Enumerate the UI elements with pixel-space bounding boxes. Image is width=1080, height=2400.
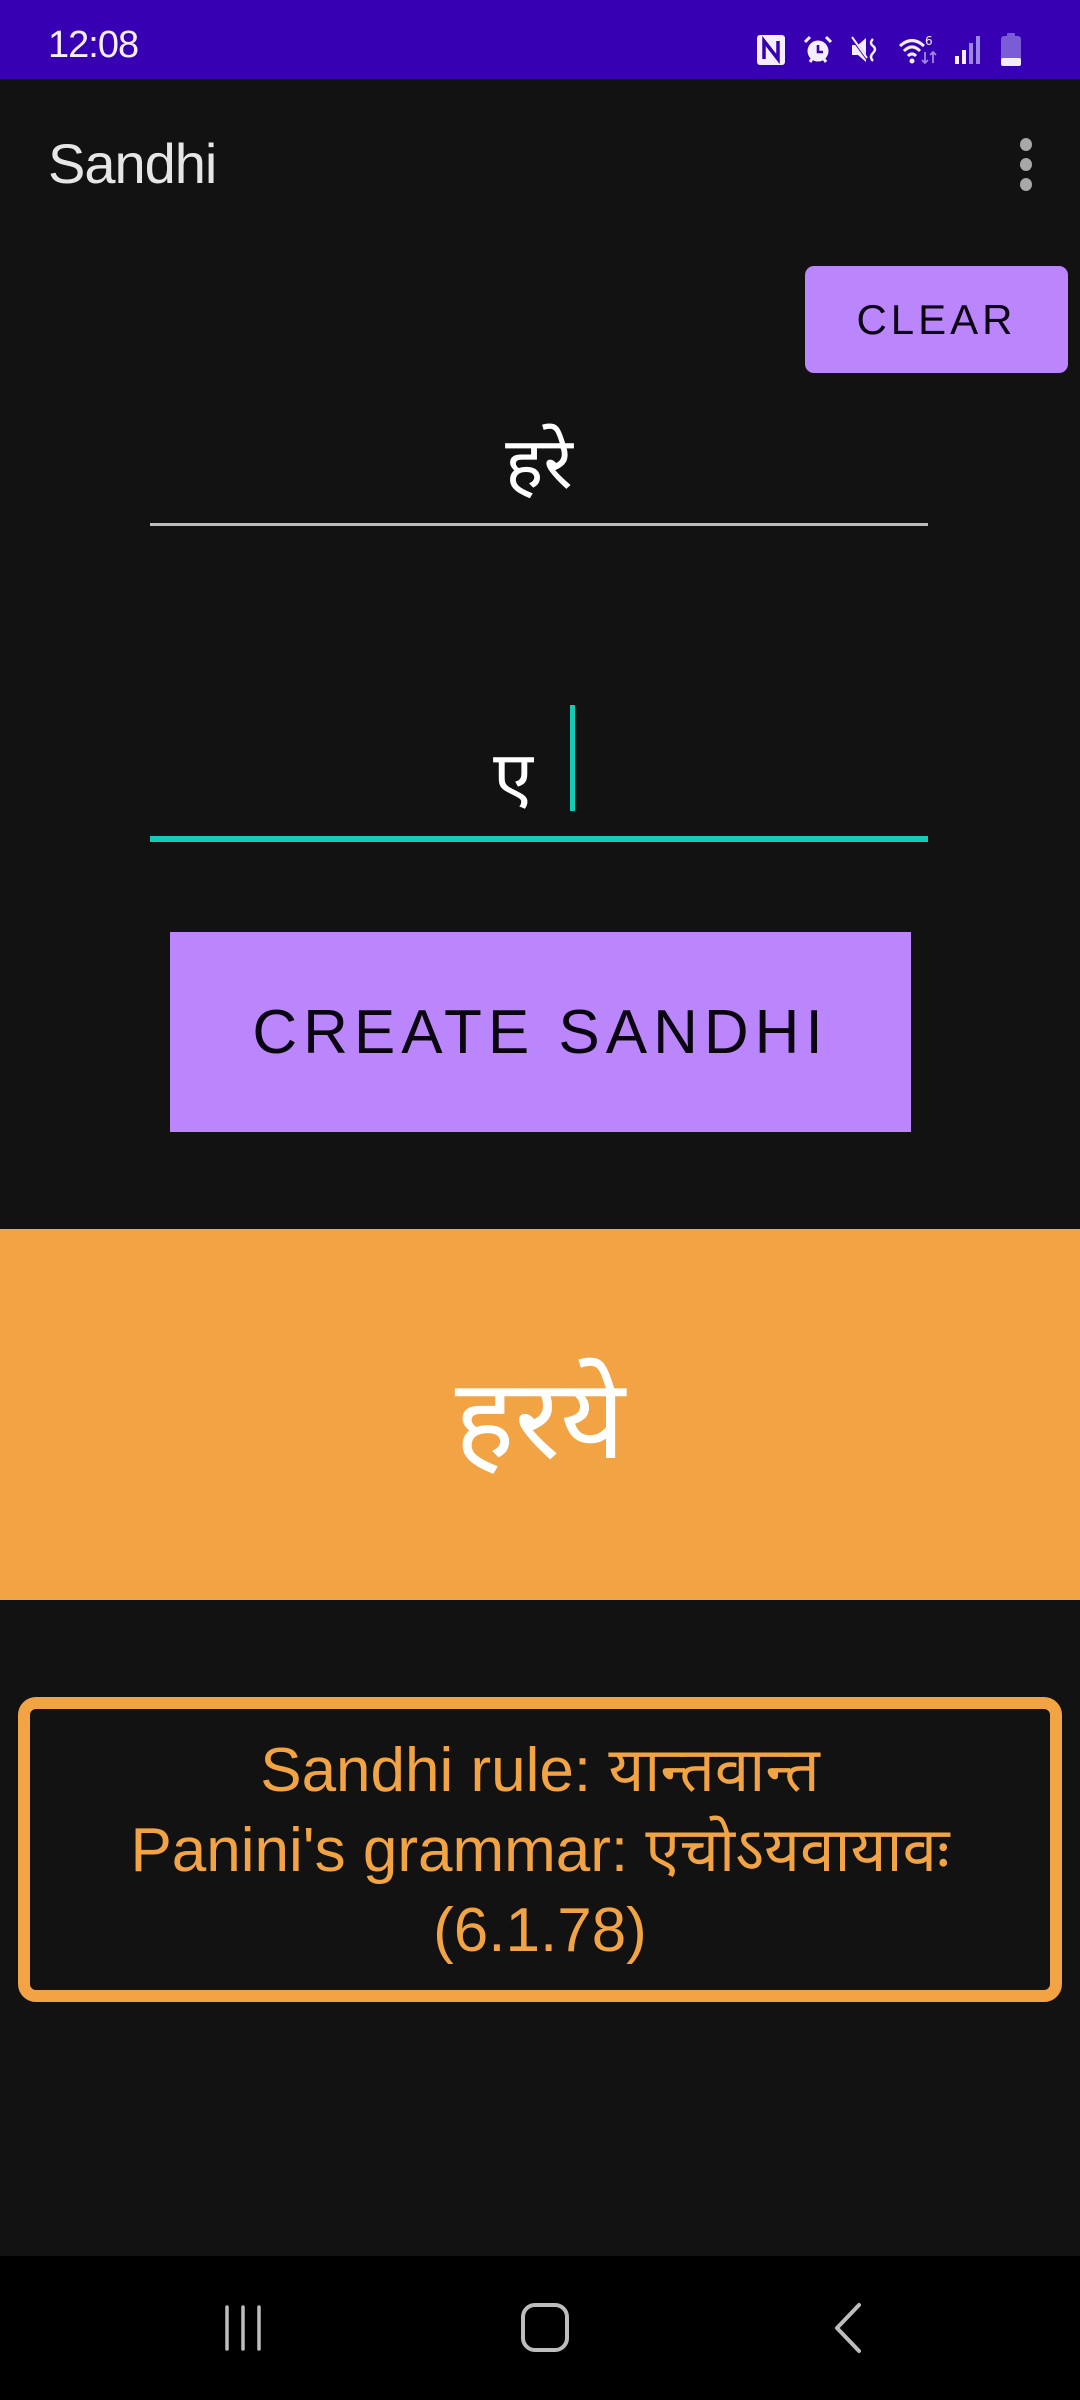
battery-icon [1000, 33, 1022, 67]
menu-dot [1020, 157, 1032, 171]
status-time: 12:08 [48, 24, 139, 66]
navigation-bar [0, 2256, 1080, 2400]
sandhi-result: हरये [454, 1355, 626, 1485]
second-word-value: ए [493, 735, 533, 819]
sutra-number: (6.1.78) [433, 1896, 647, 1965]
recents-icon[interactable] [163, 2256, 323, 2400]
sandhi-rule-text: Sandhi rule: यान्तवान्त [260, 1736, 820, 1805]
screen: 12:08 6 Sandhi CLEAR हरे ए CREATE SANDHI… [0, 0, 1080, 2400]
more-vert-icon[interactable] [996, 129, 1056, 199]
second-word-input[interactable]: ए [150, 700, 928, 842]
nfc-icon [756, 34, 786, 66]
first-word-input[interactable]: हरे [150, 390, 928, 526]
wifi-icon: 6 [898, 34, 938, 66]
status-bar: 12:08 6 [0, 0, 1080, 79]
menu-dot [1020, 137, 1032, 151]
home-icon[interactable] [465, 2256, 625, 2400]
menu-dot [1020, 177, 1032, 191]
back-icon[interactable] [768, 2256, 928, 2400]
first-word-value: हरे [505, 421, 573, 505]
alarm-icon [802, 34, 834, 66]
panini-rule-text: Panini's grammar: एचोऽयवायावः [130, 1816, 950, 1885]
signal-icon [954, 34, 984, 66]
result-panel: हरये [0, 1229, 1080, 1600]
clear-button[interactable]: CLEAR [805, 266, 1068, 373]
mute-icon [850, 34, 882, 66]
svg-text:6: 6 [925, 34, 933, 48]
app-bar: Sandhi [0, 79, 1080, 251]
rule-info-box: Sandhi rule: यान्तवान्त Panini's grammar… [18, 1697, 1062, 2002]
status-icons: 6 [756, 30, 1022, 70]
create-sandhi-button[interactable]: CREATE SANDHI [170, 932, 911, 1132]
text-cursor [570, 705, 575, 811]
app-title: Sandhi [48, 132, 217, 195]
